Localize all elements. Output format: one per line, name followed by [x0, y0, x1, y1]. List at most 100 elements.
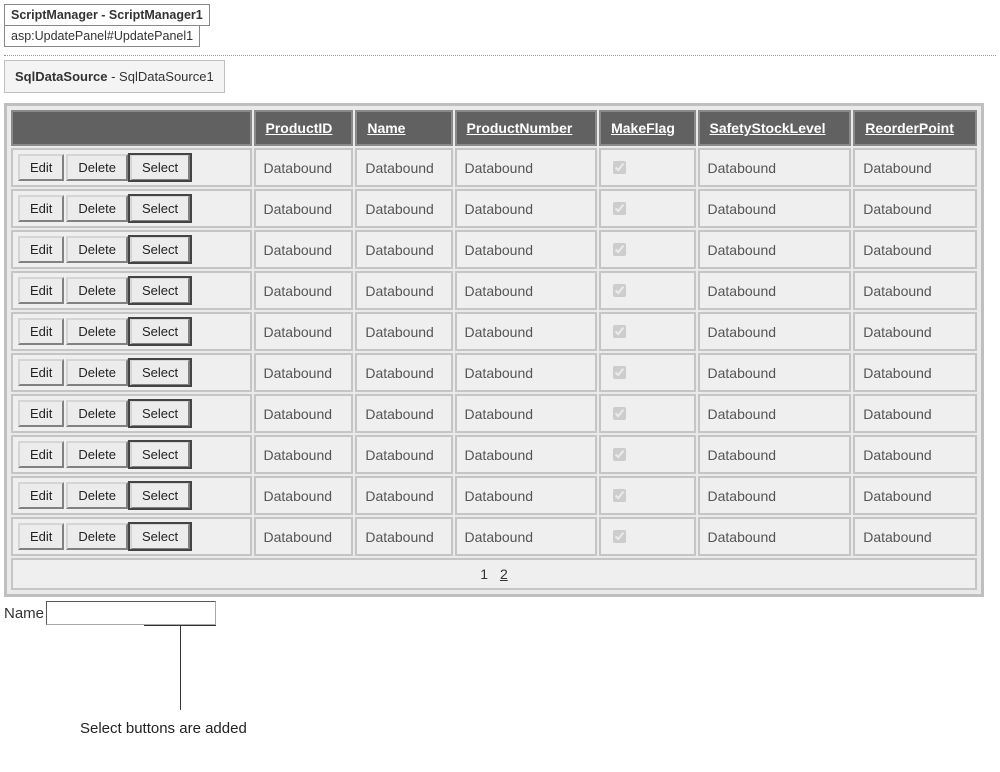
edit-button[interactable]: Edit — [18, 359, 64, 386]
cell-makeflag — [599, 517, 695, 556]
delete-button[interactable]: Delete — [66, 482, 128, 509]
select-button-highlight: Select — [129, 318, 191, 345]
cell-name: Databound — [355, 394, 452, 433]
delete-button[interactable]: Delete — [66, 277, 128, 304]
select-button[interactable]: Select — [130, 441, 190, 468]
command-cell: EditDeleteSelect — [11, 517, 252, 556]
edit-button[interactable]: Edit — [18, 318, 64, 345]
cell-makeflag — [599, 353, 695, 392]
cell-name: Databound — [355, 189, 452, 228]
col-header-name[interactable]: Name — [355, 110, 452, 146]
designer-control-tags: ScriptManager - ScriptManager1 asp:Updat… — [4, 4, 996, 47]
select-button[interactable]: Select — [130, 236, 190, 263]
divider — [4, 55, 996, 56]
cell-makeflag — [599, 189, 695, 228]
cell-safetystocklevel: Databound — [698, 271, 852, 310]
gridview-control[interactable]: ProductID Name ProductNumber MakeFlag Sa… — [4, 103, 984, 597]
edit-button[interactable]: Edit — [18, 400, 64, 427]
cell-name: Databound — [355, 148, 452, 187]
cell-productnumber: Databound — [455, 312, 598, 351]
command-cell: EditDeleteSelect — [11, 189, 252, 228]
cell-safetystocklevel: Databound — [698, 312, 852, 351]
cell-name: Databound — [355, 312, 452, 351]
cell-makeflag — [599, 271, 695, 310]
edit-button[interactable]: Edit — [18, 277, 64, 304]
select-button[interactable]: Select — [130, 359, 190, 386]
edit-button[interactable]: Edit — [18, 441, 64, 468]
edit-button[interactable]: Edit — [18, 236, 64, 263]
name-field-row: Name — [4, 601, 996, 625]
cell-name: Databound — [355, 435, 452, 474]
col-header-productid[interactable]: ProductID — [254, 110, 354, 146]
cell-safetystocklevel: Databound — [698, 394, 852, 433]
select-button[interactable]: Select — [130, 523, 190, 550]
cell-name: Databound — [355, 230, 452, 269]
cell-name: Databound — [355, 476, 452, 515]
cell-productnumber: Databound — [455, 148, 598, 187]
cell-reorderpoint: Databound — [853, 517, 977, 556]
table-row: EditDeleteSelectDataboundDataboundDatabo… — [11, 394, 977, 433]
command-cell: EditDeleteSelect — [11, 394, 252, 433]
delete-button[interactable]: Delete — [66, 195, 128, 222]
select-button[interactable]: Select — [130, 400, 190, 427]
col-header-makeflag[interactable]: MakeFlag — [599, 110, 695, 146]
makeflag-checkbox — [613, 243, 626, 256]
makeflag-checkbox — [613, 366, 626, 379]
select-button[interactable]: Select — [130, 482, 190, 509]
delete-button[interactable]: Delete — [66, 400, 128, 427]
delete-button[interactable]: Delete — [66, 359, 128, 386]
cell-productid: Databound — [254, 271, 354, 310]
cell-makeflag — [599, 394, 695, 433]
select-button[interactable]: Select — [130, 277, 190, 304]
cell-reorderpoint: Databound — [853, 271, 977, 310]
col-header-safetystocklevel[interactable]: SafetyStockLevel — [698, 110, 852, 146]
cell-productid: Databound — [254, 476, 354, 515]
col-header-productnumber[interactable]: ProductNumber — [455, 110, 598, 146]
cell-productid: Databound — [254, 189, 354, 228]
delete-button[interactable]: Delete — [66, 236, 128, 263]
sqldatasource-label-bold: SqlDataSource — [15, 69, 107, 84]
cell-reorderpoint: Databound — [853, 148, 977, 187]
select-button[interactable]: Select — [130, 195, 190, 222]
select-button-highlight: Select — [129, 359, 191, 386]
sqldatasource-label-rest: - SqlDataSource1 — [107, 69, 213, 84]
cell-reorderpoint: Databound — [853, 476, 977, 515]
table-row: EditDeleteSelectDataboundDataboundDatabo… — [11, 517, 977, 556]
cell-name: Databound — [355, 517, 452, 556]
delete-button[interactable]: Delete — [66, 441, 128, 468]
cell-reorderpoint: Databound — [853, 312, 977, 351]
table-row: EditDeleteSelectDataboundDataboundDatabo… — [11, 435, 977, 474]
cell-productid: Databound — [254, 353, 354, 392]
cell-productnumber: Databound — [455, 394, 598, 433]
select-button-highlight: Select — [129, 154, 191, 181]
cell-reorderpoint: Databound — [853, 435, 977, 474]
select-button-highlight: Select — [129, 523, 191, 550]
table-row: EditDeleteSelectDataboundDataboundDatabo… — [11, 476, 977, 515]
select-button[interactable]: Select — [130, 318, 190, 345]
delete-button[interactable]: Delete — [66, 318, 128, 345]
cell-makeflag — [599, 148, 695, 187]
name-input[interactable] — [46, 601, 216, 625]
makeflag-checkbox — [613, 161, 626, 174]
cell-safetystocklevel: Databound — [698, 230, 852, 269]
select-button[interactable]: Select — [130, 154, 190, 181]
delete-button[interactable]: Delete — [66, 523, 128, 550]
select-button-highlight: Select — [129, 482, 191, 509]
scriptmanager-tag: ScriptManager - ScriptManager1 — [4, 4, 210, 26]
edit-button[interactable]: Edit — [18, 523, 64, 550]
col-header-reorderpoint[interactable]: ReorderPoint — [853, 110, 977, 146]
edit-button[interactable]: Edit — [18, 482, 64, 509]
cell-makeflag — [599, 435, 695, 474]
delete-button[interactable]: Delete — [66, 154, 128, 181]
edit-button[interactable]: Edit — [18, 154, 64, 181]
pager-page-link[interactable]: 2 — [500, 566, 508, 582]
makeflag-checkbox — [613, 448, 626, 461]
sqldatasource-control[interactable]: SqlDataSource - SqlDataSource1 — [4, 60, 225, 93]
cell-name: Databound — [355, 353, 452, 392]
cell-productid: Databound — [254, 394, 354, 433]
cell-productnumber: Databound — [455, 435, 598, 474]
command-column-header — [11, 110, 252, 146]
cell-productnumber: Databound — [455, 271, 598, 310]
edit-button[interactable]: Edit — [18, 195, 64, 222]
command-cell: EditDeleteSelect — [11, 476, 252, 515]
